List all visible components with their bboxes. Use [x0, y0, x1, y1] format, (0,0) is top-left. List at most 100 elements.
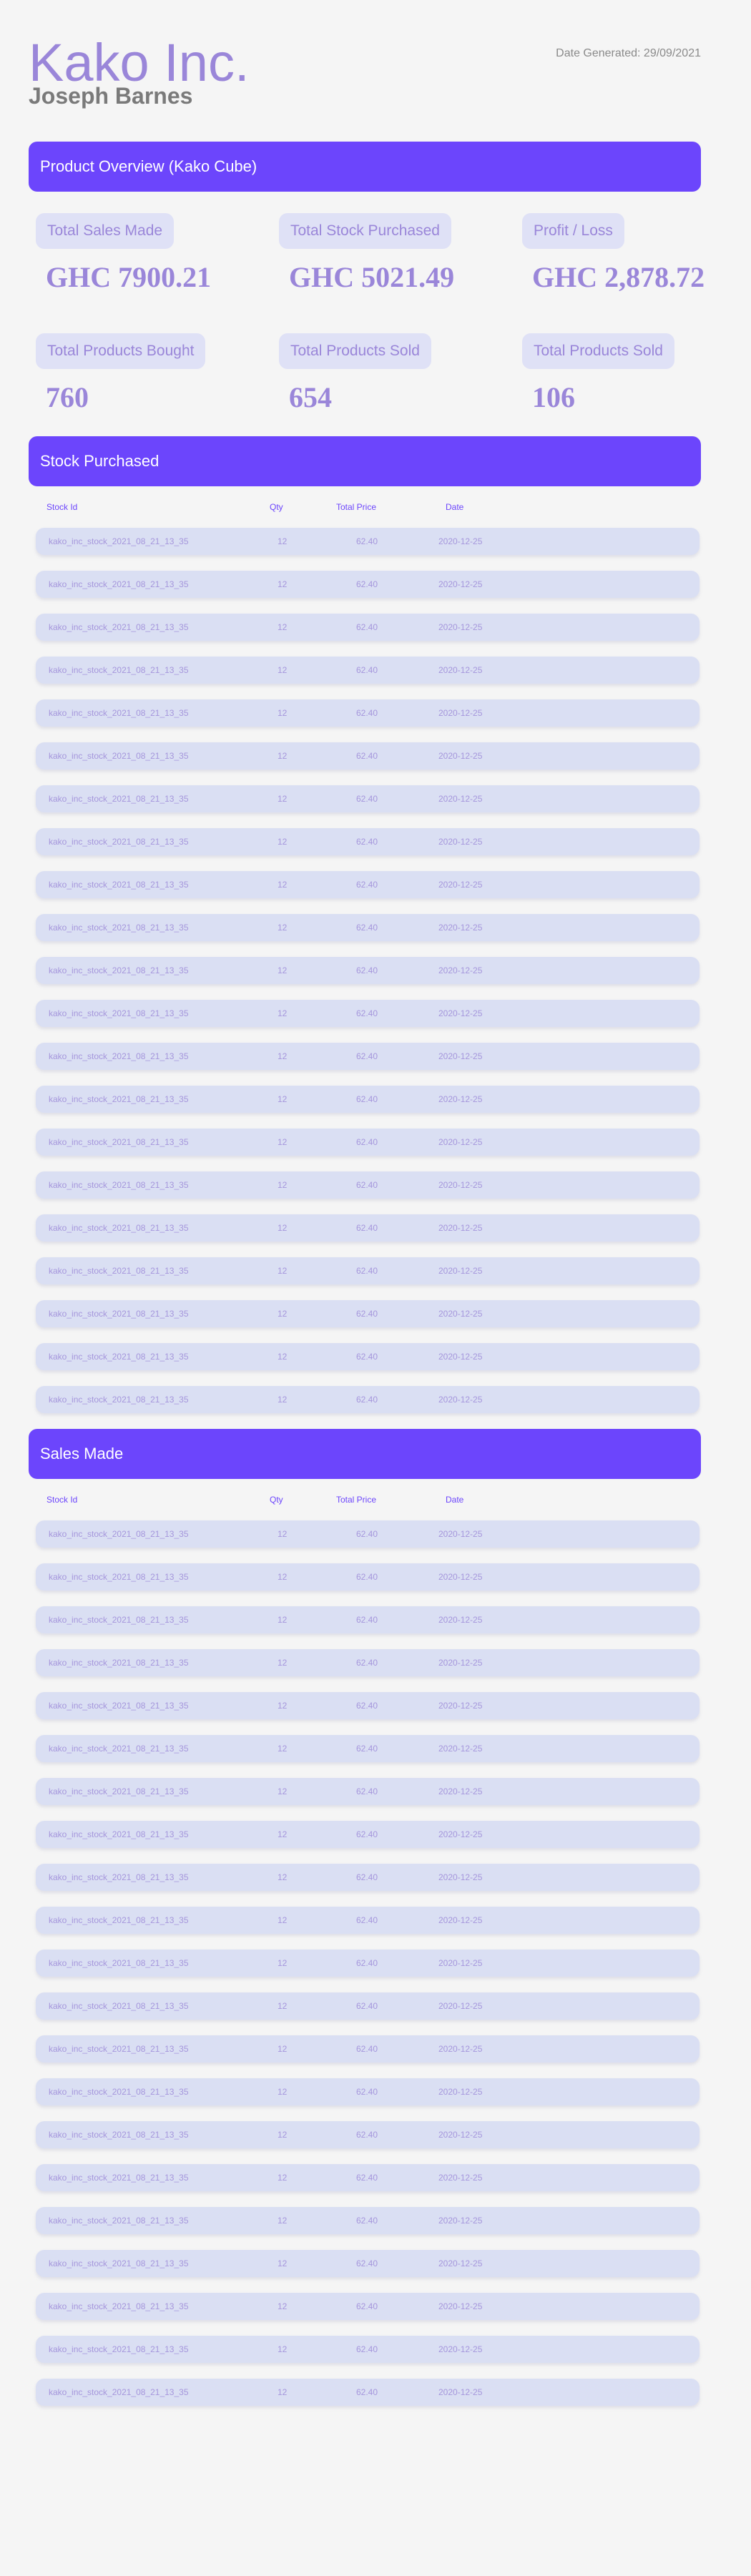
stock-id-cell: kako_inc_stock_2021_08_21_13_35 — [49, 1658, 189, 1668]
table-row[interactable]: kako_inc_stock_2021_08_21_13_35 12 62.40 20… — [36, 571, 700, 598]
qty-cell: 12 — [278, 1958, 288, 1968]
table-row[interactable]: kako_inc_stock_2021_08_21_13_35 12 62.40 20… — [36, 2379, 700, 2406]
date-cell: 2020-12-25 — [438, 1872, 483, 1882]
total-price-cell: 62.40 — [356, 579, 378, 589]
table-row[interactable]: kako_inc_stock_2021_08_21_13_35 12 62.40 20… — [36, 1043, 700, 1070]
table-row[interactable]: kako_inc_stock_2021_08_21_13_35 12 62.40 20… — [36, 1300, 700, 1327]
total-price-cell: 62.40 — [356, 1309, 378, 1319]
qty-cell: 12 — [278, 1008, 288, 1018]
table-row[interactable]: kako_inc_stock_2021_08_21_13_35 12 62.40 20… — [36, 1950, 700, 1977]
date-cell: 2020-12-25 — [438, 622, 483, 632]
stock-id-cell: kako_inc_stock_2021_08_21_13_35 — [49, 536, 189, 546]
stock-id-cell: kako_inc_stock_2021_08_21_13_35 — [49, 2130, 189, 2140]
table-row[interactable]: kako_inc_stock_2021_08_21_13_35 12 62.40 20… — [36, 1606, 700, 1633]
product-overview-header: Product Overview (Kako Cube) — [29, 142, 701, 192]
date-cell: 2020-12-25 — [438, 1572, 483, 1582]
table-row[interactable]: kako_inc_stock_2021_08_21_13_35 12 62.40 20… — [36, 2078, 700, 2105]
qty-cell: 12 — [278, 1180, 288, 1190]
table-row[interactable]: kako_inc_stock_2021_08_21_13_35 12 62.40 20… — [36, 2293, 700, 2320]
table-row[interactable]: kako_inc_stock_2021_08_21_13_35 12 62.40 20… — [36, 742, 700, 770]
table-row[interactable]: kako_inc_stock_2021_08_21_13_35 12 62.40 20… — [36, 1520, 700, 1548]
table-row[interactable]: kako_inc_stock_2021_08_21_13_35 12 62.40 20… — [36, 1692, 700, 1719]
table-row[interactable]: kako_inc_stock_2021_08_21_13_35 12 62.40 20… — [36, 1214, 700, 1242]
table-row[interactable]: kako_inc_stock_2021_08_21_13_35 12 62.40 20… — [36, 1907, 700, 1934]
table-row[interactable]: kako_inc_stock_2021_08_21_13_35 12 62.40 20… — [36, 614, 700, 641]
stock-purchased-section: Stock Purchased Stock Id Qty Total Price… — [29, 436, 701, 1413]
date-cell: 2020-12-25 — [438, 1529, 483, 1539]
table-row[interactable]: kako_inc_stock_2021_08_21_13_35 12 62.40 20… — [36, 2207, 700, 2234]
table-row[interactable]: kako_inc_stock_2021_08_21_13_35 12 62.40 20… — [36, 1821, 700, 1848]
stock-id-cell: kako_inc_stock_2021_08_21_13_35 — [49, 1958, 189, 1968]
qty-cell: 12 — [278, 665, 288, 675]
stock-id-cell: kako_inc_stock_2021_08_21_13_35 — [49, 1223, 189, 1233]
qty-cell: 12 — [278, 708, 288, 718]
table-row[interactable]: kako_inc_stock_2021_08_21_13_35 12 62.40 20… — [36, 1086, 700, 1113]
table-row[interactable]: kako_inc_stock_2021_08_21_13_35 12 62.40 20… — [36, 957, 700, 984]
table-row[interactable]: kako_inc_stock_2021_08_21_13_35 12 62.40 20… — [36, 1563, 700, 1591]
table-row[interactable]: kako_inc_stock_2021_08_21_13_35 12 62.40 20… — [36, 528, 700, 555]
qty-cell: 12 — [278, 2216, 288, 2226]
stat-label: Total Products Sold — [279, 333, 431, 369]
stock-id-cell: kako_inc_stock_2021_08_21_13_35 — [49, 1266, 189, 1276]
stat-value: GHC 7900.21 — [46, 261, 212, 293]
total-price-cell: 62.40 — [356, 2001, 378, 2011]
table-row[interactable]: kako_inc_stock_2021_08_21_13_35 12 62.40 20… — [36, 2035, 700, 2063]
table-row[interactable]: kako_inc_stock_2021_08_21_13_35 12 62.40 20… — [36, 1000, 700, 1027]
stock-purchased-table-header: Stock Id Qty Total Price Date — [29, 486, 701, 528]
table-row[interactable]: kako_inc_stock_2021_08_21_13_35 12 62.40 20… — [36, 1129, 700, 1156]
table-row[interactable]: kako_inc_stock_2021_08_21_13_35 12 62.40 20… — [36, 871, 700, 898]
stock-id-cell: kako_inc_stock_2021_08_21_13_35 — [49, 1915, 189, 1925]
table-row[interactable]: kako_inc_stock_2021_08_21_13_35 12 62.40 20… — [36, 785, 700, 812]
column-header-date: Date — [446, 1495, 464, 1505]
table-row[interactable]: kako_inc_stock_2021_08_21_13_35 12 62.40 20… — [36, 1864, 700, 1891]
qty-cell: 12 — [278, 2301, 288, 2311]
stat-label: Profit / Loss — [522, 213, 624, 249]
overview-stats: Total Sales Made GHC 7900.21 Total Stock… — [29, 192, 705, 436]
date-cell: 2020-12-25 — [438, 2044, 483, 2054]
table-row[interactable]: kako_inc_stock_2021_08_21_13_35 12 62.40 20… — [36, 2250, 700, 2277]
table-row[interactable]: kako_inc_stock_2021_08_21_13_35 12 62.40 20… — [36, 2121, 700, 2148]
date-cell: 2020-12-25 — [438, 665, 483, 675]
table-row[interactable]: kako_inc_stock_2021_08_21_13_35 12 62.40 20… — [36, 1649, 700, 1676]
column-header-total-price: Total Price — [336, 1495, 377, 1505]
total-price-cell: 62.40 — [356, 965, 378, 975]
total-price-cell: 62.40 — [356, 1266, 378, 1276]
qty-cell: 12 — [278, 1615, 288, 1625]
table-row[interactable]: kako_inc_stock_2021_08_21_13_35 12 62.40 20… — [36, 1992, 700, 2020]
table-row[interactable]: kako_inc_stock_2021_08_21_13_35 12 62.40 20… — [36, 699, 700, 727]
date-cell: 2020-12-25 — [438, 923, 483, 933]
stock-id-cell: kako_inc_stock_2021_08_21_13_35 — [49, 965, 189, 975]
table-row[interactable]: kako_inc_stock_2021_08_21_13_35 12 62.40 20… — [36, 828, 700, 855]
table-row[interactable]: kako_inc_stock_2021_08_21_13_35 12 62.40 20… — [36, 1386, 700, 1413]
total-price-cell: 62.40 — [356, 536, 378, 546]
stock-id-cell: kako_inc_stock_2021_08_21_13_35 — [49, 1872, 189, 1882]
column-header-stock-id: Stock Id — [46, 502, 78, 512]
stock-id-cell: kako_inc_stock_2021_08_21_13_35 — [49, 1744, 189, 1754]
table-row[interactable]: kako_inc_stock_2021_08_21_13_35 12 62.40 20… — [36, 1171, 700, 1199]
table-row[interactable]: kako_inc_stock_2021_08_21_13_35 12 62.40 20… — [36, 1778, 700, 1805]
total-price-cell: 62.40 — [356, 1223, 378, 1233]
qty-cell: 12 — [278, 837, 288, 847]
total-price-cell: 62.40 — [356, 880, 378, 890]
table-row[interactable]: kako_inc_stock_2021_08_21_13_35 12 62.40 20… — [36, 914, 700, 941]
table-row[interactable]: kako_inc_stock_2021_08_21_13_35 12 62.40 20… — [36, 1735, 700, 1762]
date-cell: 2020-12-25 — [438, 2387, 483, 2397]
table-row[interactable]: kako_inc_stock_2021_08_21_13_35 12 62.40 20… — [36, 657, 700, 684]
date-cell: 2020-12-25 — [438, 2216, 483, 2226]
table-row[interactable]: kako_inc_stock_2021_08_21_13_35 12 62.40 20… — [36, 1343, 700, 1370]
total-price-cell: 62.40 — [356, 2173, 378, 2183]
date-cell: 2020-12-25 — [438, 1915, 483, 1925]
qty-cell: 12 — [278, 1744, 288, 1754]
stock-id-cell: kako_inc_stock_2021_08_21_13_35 — [49, 2216, 189, 2226]
stock-id-cell: kako_inc_stock_2021_08_21_13_35 — [49, 1701, 189, 1711]
table-row[interactable]: kako_inc_stock_2021_08_21_13_35 12 62.40 20… — [36, 1257, 700, 1284]
total-price-cell: 62.40 — [356, 665, 378, 675]
date-cell: 2020-12-25 — [438, 2001, 483, 2011]
table-row[interactable]: kako_inc_stock_2021_08_21_13_35 12 62.40 20… — [36, 2164, 700, 2191]
stat-total-products-sold-2: Total Products Sold 106 — [522, 333, 708, 415]
total-price-cell: 62.40 — [356, 1137, 378, 1147]
stock-id-cell: kako_inc_stock_2021_08_21_13_35 — [49, 2344, 189, 2354]
table-row[interactable]: kako_inc_stock_2021_08_21_13_35 12 62.40 20… — [36, 2336, 700, 2363]
qty-cell: 12 — [278, 880, 288, 890]
stock-purchased-rows: kako_inc_stock_2021_08_21_13_35 12 62.40 20… — [29, 528, 701, 1413]
